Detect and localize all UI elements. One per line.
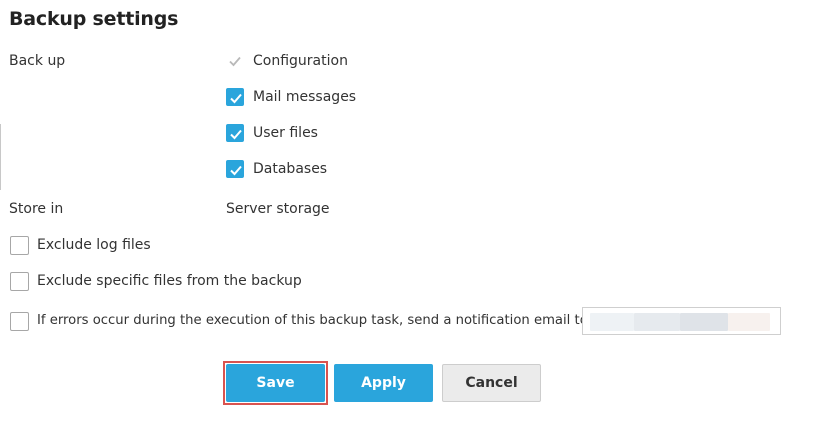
redacted-email-segment bbox=[590, 313, 634, 331]
left-border-line bbox=[0, 124, 1, 190]
page-title: Backup settings bbox=[9, 8, 179, 30]
user-files-label: User files bbox=[253, 125, 318, 141]
user-files-checkbox[interactable] bbox=[226, 124, 244, 142]
check-icon bbox=[230, 93, 242, 104]
exclude-log-files-checkbox[interactable] bbox=[10, 236, 29, 255]
exclude-specific-files-checkbox[interactable] bbox=[10, 272, 29, 291]
databases-label: Databases bbox=[253, 161, 328, 177]
redacted-email-segment bbox=[728, 313, 770, 331]
check-icon bbox=[230, 129, 242, 140]
notify-errors-checkbox[interactable] bbox=[10, 312, 29, 331]
store-in-label: Store in bbox=[9, 201, 64, 217]
store-in-value: Server storage bbox=[226, 201, 330, 217]
check-icon bbox=[229, 56, 241, 67]
notify-errors-label: If errors occur during the execution of … bbox=[37, 313, 588, 328]
backup-label: Back up bbox=[9, 53, 66, 69]
configuration-checkbox bbox=[226, 52, 244, 70]
databases-checkbox[interactable] bbox=[226, 160, 244, 178]
check-icon bbox=[230, 165, 242, 176]
mail-messages-checkbox[interactable] bbox=[226, 88, 244, 106]
mail-messages-label: Mail messages bbox=[253, 89, 357, 105]
exclude-specific-files-label: Exclude specific files from the backup bbox=[37, 273, 302, 289]
configuration-label: Configuration bbox=[253, 53, 348, 69]
apply-button[interactable]: Apply bbox=[334, 364, 433, 402]
cancel-button[interactable]: Cancel bbox=[442, 364, 541, 402]
redacted-email-segment bbox=[680, 313, 728, 331]
redacted-email-segment bbox=[634, 313, 680, 331]
save-button-highlight bbox=[223, 361, 328, 405]
exclude-log-files-label: Exclude log files bbox=[37, 237, 151, 253]
